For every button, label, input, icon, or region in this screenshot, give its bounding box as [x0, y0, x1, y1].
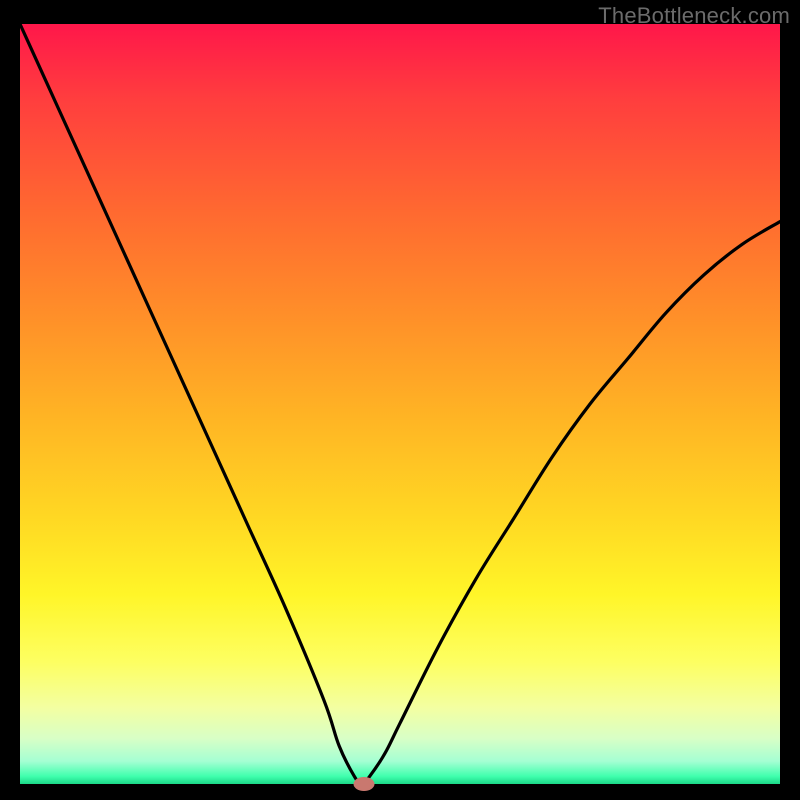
optimal-point-marker	[353, 777, 374, 791]
bottleneck-curve	[20, 24, 780, 784]
chart-container: TheBottleneck.com	[0, 0, 800, 800]
curve-svg	[20, 24, 780, 784]
plot-area	[20, 24, 780, 784]
